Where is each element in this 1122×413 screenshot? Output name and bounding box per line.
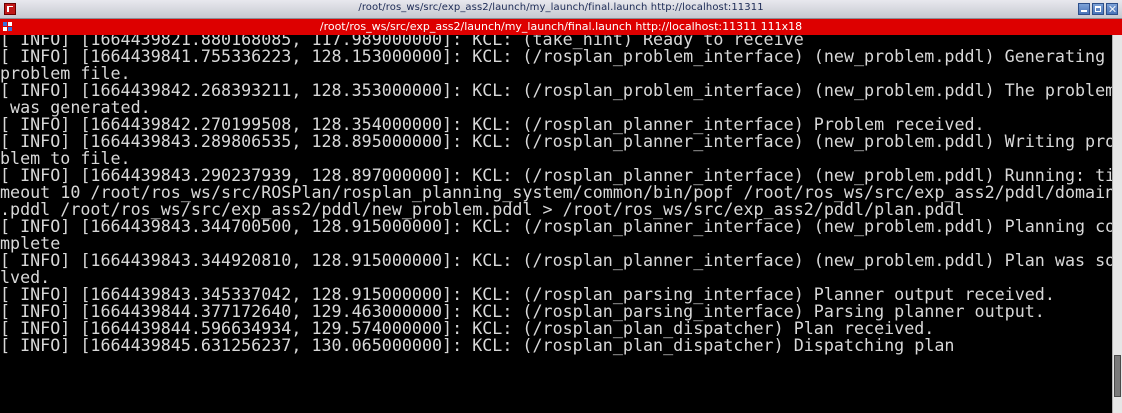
terminal-output[interactable]: [ INFO] [1664439821.880168085, 117.98900… — [0, 35, 1112, 413]
terminal-line: [ INFO] [1664439841.755336223, 128.15300… — [0, 46, 1106, 66]
terminal-line: [ INFO] [1664439843.289806535, 128.89500… — [0, 131, 1112, 151]
terminal-line: [ INFO] [1664439843.344700500, 128.91500… — [0, 216, 1112, 236]
window-title: /root/ros_ws/src/exp_ass2/launch/my_laun… — [358, 2, 764, 13]
terminal-line: [ INFO] [1664439843.344920810, 128.91500… — [0, 250, 1112, 270]
close-icon[interactable] — [1106, 3, 1118, 15]
tab-title: /root/ros_ws/src/exp_ass2/launch/my_laun… — [319, 20, 803, 33]
minimize-icon[interactable] — [1078, 3, 1090, 15]
maximize-icon[interactable] — [1092, 3, 1104, 15]
window-controls — [1078, 3, 1118, 16]
scrollbar-thumb[interactable] — [1114, 355, 1121, 397]
window-title-bar[interactable]: /root/ros_ws/src/exp_ass2/launch/my_laun… — [0, 0, 1122, 19]
terminal-tab-bar[interactable]: /root/ros_ws/src/exp_ass2/launch/my_laun… — [0, 19, 1122, 35]
terminal-line: [ INFO] [1664439842.268393211, 128.35300… — [0, 80, 1112, 100]
terminal-window: /root/ros_ws/src/exp_ass2/launch/my_laun… — [0, 0, 1122, 413]
terminal-line: [ INFO] [1664439845.631256237, 130.06500… — [0, 335, 955, 355]
vertical-scrollbar[interactable] — [1112, 35, 1122, 413]
